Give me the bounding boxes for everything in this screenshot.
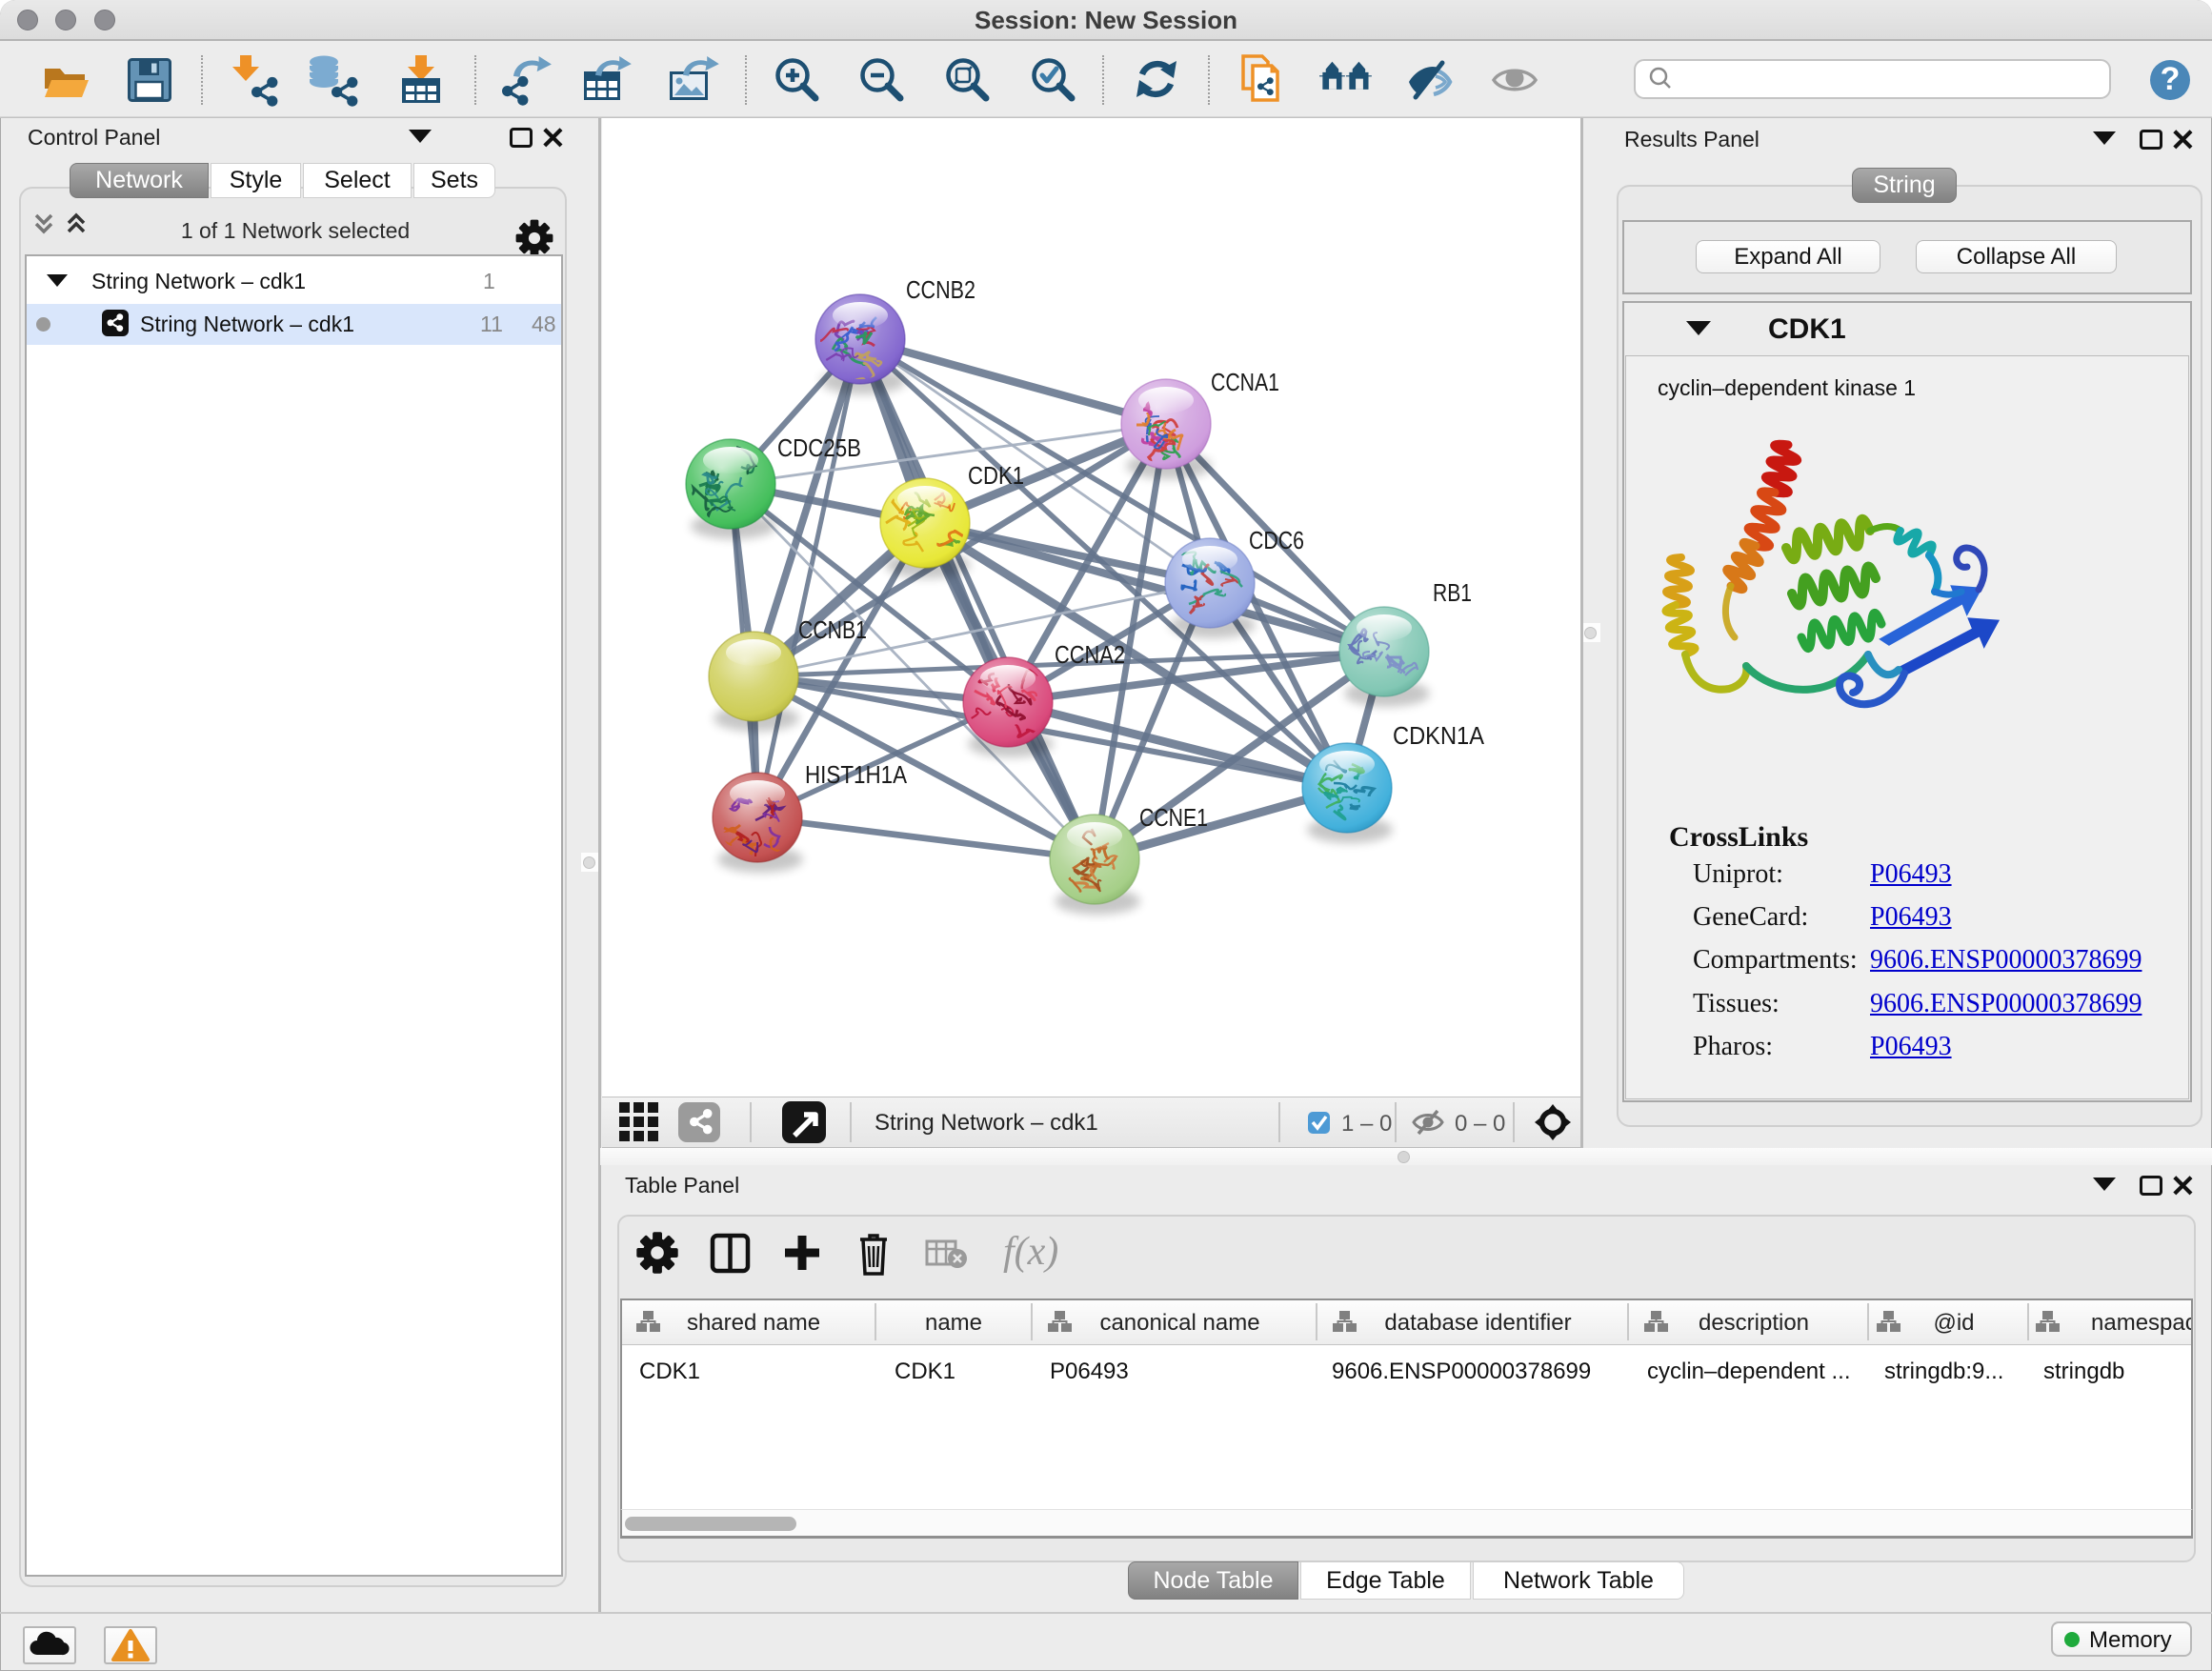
svg-text:CCNB2: CCNB2 xyxy=(906,275,975,304)
svg-text:CDKN1A: CDKN1A xyxy=(1393,721,1485,750)
svg-text:CDC6: CDC6 xyxy=(1249,526,1304,554)
svg-text:1 – 0: 1 – 0 xyxy=(1341,1111,1392,1137)
svg-text:description: description xyxy=(1699,1310,1809,1336)
svg-text:database identifier: database identifier xyxy=(1384,1310,1571,1336)
svg-text:CCNB1: CCNB1 xyxy=(798,615,867,644)
svg-text:CDC25B: CDC25B xyxy=(777,433,861,462)
svg-text:String Network – cdk1: String Network – cdk1 xyxy=(875,1110,1098,1136)
svg-text:shared name: shared name xyxy=(687,1310,820,1336)
svg-text:CDK1: CDK1 xyxy=(968,461,1024,490)
svg-text:name: name xyxy=(925,1310,982,1336)
svg-text:canonical name: canonical name xyxy=(1099,1310,1259,1336)
svg-text:0 – 0: 0 – 0 xyxy=(1455,1111,1505,1137)
svg-text:CCNA2: CCNA2 xyxy=(1055,640,1125,669)
svg-text:f(x): f(x) xyxy=(1003,1230,1058,1274)
svg-text:?: ? xyxy=(2161,61,2181,97)
svg-text:RB1: RB1 xyxy=(1433,578,1472,607)
svg-text:CCNE1: CCNE1 xyxy=(1139,803,1208,832)
svg-text:@id: @id xyxy=(1933,1310,1974,1336)
svg-text:HIST1H1A: HIST1H1A xyxy=(805,760,908,789)
svg-text:CCNA1: CCNA1 xyxy=(1211,368,1279,396)
svg-text:namespace: namespace xyxy=(2091,1310,2191,1336)
